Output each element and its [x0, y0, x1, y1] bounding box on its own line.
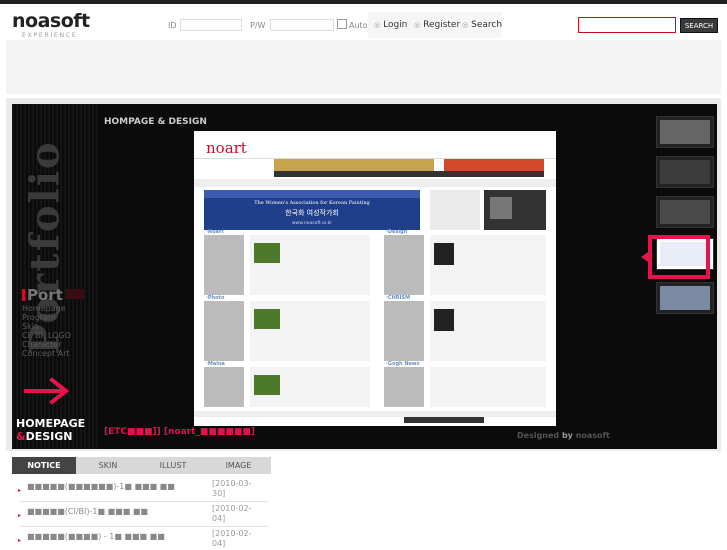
- preview-section-4: ·CHRISM: [386, 295, 410, 301]
- thumbnail[interactable]: [656, 116, 714, 148]
- portfolio-menu: Port Homepage Program Skin CI, BI, LOGO …: [22, 286, 84, 358]
- website-preview-graphic: noart The Women's Association for Korean…: [194, 131, 556, 426]
- password-input[interactable]: [270, 19, 334, 31]
- portfolio-heading: HOMPAGE & DESIGN: [104, 117, 207, 127]
- row-divider: [20, 501, 268, 502]
- register-link-label: Register: [423, 20, 461, 30]
- preview-section-5: ·Maina: [206, 361, 225, 367]
- list-item[interactable]: ▸ ■■■■■(■■■■) - 1■ ■■■ ■■ [2010-02- 04]: [12, 528, 272, 550]
- menu-item-program[interactable]: Program: [22, 313, 84, 322]
- preview-section-3: ·Photo: [206, 295, 225, 301]
- notice-date: [2010-02- 04]: [212, 504, 268, 524]
- menu-item-homepage[interactable]: Homepage: [22, 304, 84, 313]
- arrow-right-icon: [24, 377, 70, 405]
- preview-section-1: ·Noart: [206, 229, 224, 235]
- bullet-icon: ◎: [414, 21, 421, 29]
- menu-title-badge: [65, 289, 84, 299]
- thumbnail[interactable]: [656, 282, 714, 314]
- notice-date: [2010-02- 04]: [212, 529, 268, 549]
- search-button[interactable]: SEARCH: [680, 18, 718, 33]
- selection-pointer-icon: [641, 252, 648, 262]
- login-link-label: Login: [383, 20, 408, 30]
- thumbnail[interactable]: [656, 156, 714, 188]
- preview-banner-line2: 한국화 여성작가회: [285, 208, 339, 217]
- row-divider: [20, 526, 268, 527]
- preview-banner-line1: The Women's Association for Korean Paint…: [254, 200, 370, 206]
- notice-title[interactable]: ■■■■■(■■■■■■)-1■ ■■■ ■■: [27, 482, 175, 491]
- member-links: ◎ Login ◎ Register ◎ Search: [368, 12, 502, 38]
- section-title-amp: &: [16, 430, 26, 443]
- tab-skin[interactable]: SKIN: [76, 457, 140, 474]
- list-item[interactable]: ▸ ■■■■■(■■■■■■)-1■ ■■■ ■■ [2010-03- 30]: [12, 478, 272, 500]
- auto-login-label: Auto: [349, 21, 368, 30]
- notice-date-line2: 30]: [212, 489, 226, 498]
- scrollbar[interactable]: [719, 497, 727, 545]
- pw-label: P/W: [250, 21, 266, 30]
- notice-date-line1: [2010-02-: [212, 504, 252, 513]
- banner-area: [6, 40, 721, 94]
- site-logo[interactable]: noasoft EXPERIENCE: [4, 10, 90, 44]
- board-tabs: NOTICE SKIN ILLUST IMAGE: [12, 457, 271, 474]
- bullet-icon: ◎: [462, 21, 469, 29]
- section-title: HOMEPAGE &DESIGN: [16, 417, 85, 443]
- preview-banner-line3: www.noasoft.or.kr: [292, 220, 332, 226]
- menu-item-ci-bi-logo[interactable]: CI, BI, LOGO: [22, 331, 84, 340]
- notice-title[interactable]: ■■■■■(CI/BI)-1■ ■■■ ■■: [27, 507, 148, 516]
- register-link[interactable]: ◎ Register: [414, 20, 460, 30]
- section-title-word: DESIGN: [25, 430, 73, 443]
- tab-illust[interactable]: ILLUST: [140, 457, 206, 474]
- notice-date-line1: [2010-02-: [212, 529, 252, 538]
- logo-wordmark: noasoft: [12, 10, 90, 32]
- search-link[interactable]: ◎ Search: [462, 20, 502, 30]
- preview-logo: noart: [206, 139, 247, 157]
- auto-login-checkbox[interactable]: [337, 19, 347, 29]
- id-input[interactable]: [180, 19, 242, 31]
- designed-by: Designed by noasoft: [517, 431, 610, 440]
- logo-text: noasoft: [12, 10, 90, 32]
- id-label: ID: [168, 21, 177, 30]
- bullet-icon: ▸: [18, 487, 22, 494]
- bullet-icon: ▸: [18, 512, 22, 519]
- notice-date-line2: 04]: [212, 514, 226, 523]
- header: noasoft EXPERIENCE ID P/W Auto ◎ Login ◎ R…: [0, 4, 727, 44]
- preview-section-6: ·Gogh News: [386, 361, 420, 367]
- list-item[interactable]: ▸ ■■■■■(CI/BI)-1■ ■■■ ■■ [2010-02- 04]: [12, 503, 272, 525]
- notice-date-line1: [2010-03-: [212, 479, 252, 488]
- menu-item-character[interactable]: Character: [22, 340, 84, 349]
- section-title-line2: &DESIGN: [16, 430, 85, 443]
- login-link[interactable]: ◎ Login: [374, 20, 407, 30]
- search-link-label: Search: [471, 20, 503, 30]
- site-search-input[interactable]: [578, 17, 676, 33]
- designed-prefix: Designed: [517, 431, 560, 440]
- thumbnail[interactable]: [656, 196, 714, 228]
- menu-title: Port: [22, 286, 84, 304]
- menu-item-skin[interactable]: Skin: [22, 322, 84, 331]
- project-caption[interactable]: [ETC■■■]] [noart_■■■■■■]: [104, 427, 255, 437]
- section-title-line1: HOMEPAGE: [16, 417, 86, 430]
- notice-date-line2: 04]: [212, 539, 226, 548]
- tab-notice[interactable]: NOTICE: [12, 457, 76, 474]
- thumbnail-selection-frame: [648, 235, 710, 279]
- notice-date: [2010-03- 30]: [212, 479, 268, 499]
- logo-tagline: EXPERIENCE: [22, 32, 78, 39]
- designed-name: noasoft: [575, 431, 610, 440]
- designed-by-word: by: [561, 431, 573, 440]
- website-screenshot: noart The Women's Association for Korean…: [194, 131, 556, 426]
- bullet-icon: ◎: [374, 21, 381, 29]
- menu-bar-accent: [22, 289, 25, 301]
- notice-title[interactable]: ■■■■■(■■■■) - 1■ ■■■ ■■: [27, 532, 165, 541]
- menu-title-text: Port: [27, 286, 63, 304]
- bullet-icon: ▸: [18, 537, 22, 544]
- tab-image[interactable]: IMAGE: [206, 457, 271, 474]
- preview-section-2: ·Design: [386, 229, 408, 235]
- menu-item-concept-art[interactable]: Concept Art: [22, 349, 84, 358]
